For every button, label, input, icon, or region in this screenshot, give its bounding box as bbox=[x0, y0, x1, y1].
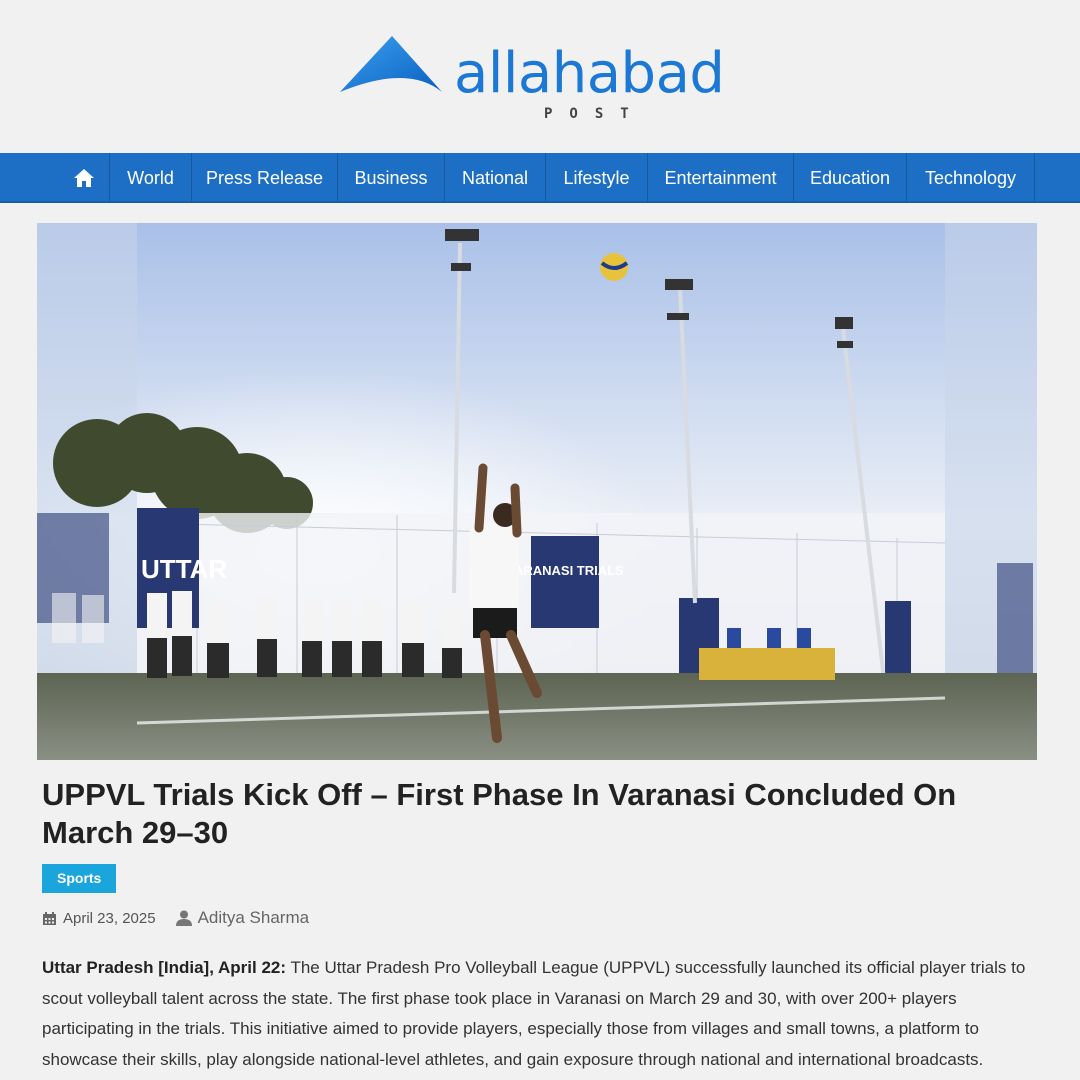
category-badge[interactable]: Sports bbox=[42, 864, 117, 893]
nav-home[interactable] bbox=[58, 153, 110, 203]
logo-subtitle: POST bbox=[544, 106, 646, 122]
logo-wordmark: allahabad bbox=[454, 41, 725, 106]
nav-item-national[interactable]: National bbox=[445, 153, 546, 203]
nav-item-technology[interactable]: Technology bbox=[907, 153, 1035, 203]
nav-item-press-release[interactable]: Press Release bbox=[192, 153, 338, 203]
site-header: allahabad POST bbox=[0, 0, 1080, 153]
article-lead: Uttar Pradesh [India], April 22: bbox=[42, 958, 287, 977]
nav-item-entertainment[interactable]: Entertainment bbox=[648, 153, 794, 203]
article-title: UPPVL Trials Kick Off – First Phase In V… bbox=[42, 777, 957, 850]
user-icon bbox=[175, 910, 192, 926]
main-nav: World Press Release Business National Li… bbox=[0, 153, 1080, 203]
nav-item-education[interactable]: Education bbox=[794, 153, 907, 203]
article-hero-image[interactable]: UTTAR VARANASI TRIALS bbox=[37, 223, 1037, 760]
banner-left-text: UTTAR bbox=[141, 554, 227, 584]
calendar-icon bbox=[43, 911, 56, 925]
article-date: April 23, 2025 bbox=[63, 909, 156, 927]
logo-mark-icon bbox=[340, 36, 442, 92]
nav-item-lifestyle[interactable]: Lifestyle bbox=[546, 153, 648, 203]
site-logo[interactable]: allahabad POST bbox=[338, 32, 738, 132]
article-meta: April 23, 2025 Aditya Sharma bbox=[42, 906, 309, 930]
banner-center-text: VARANASI TRIALS bbox=[506, 563, 624, 578]
article-author[interactable]: Aditya Sharma bbox=[198, 908, 310, 928]
nav-item-world[interactable]: World bbox=[110, 153, 192, 203]
hero-photo: UTTAR VARANASI TRIALS bbox=[37, 223, 1037, 760]
article-body: Uttar Pradesh [India], April 22: The Utt… bbox=[42, 953, 1042, 1075]
home-icon bbox=[73, 169, 94, 187]
nav-item-business[interactable]: Business bbox=[338, 153, 445, 203]
